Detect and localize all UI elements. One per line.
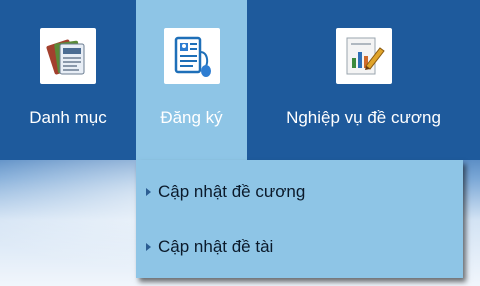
menu-item-danh-muc[interactable]: Danh mục bbox=[0, 0, 136, 160]
menu-item-nghiep-vu-de-cuong[interactable]: Nghiệp vụ đề cương bbox=[247, 0, 480, 160]
document-chart-pencil-icon bbox=[335, 28, 392, 84]
menu-label-dang-ky: Đăng ký bbox=[160, 108, 223, 127]
id-card-mouse-icon bbox=[163, 28, 220, 84]
menu-item-dang-ky[interactable]: Đăng ký bbox=[136, 0, 247, 160]
newspapers-icon bbox=[40, 28, 96, 84]
dropdown-item-cap-nhat-de-tai[interactable]: Cập nhật đề tài bbox=[136, 227, 463, 267]
main-menubar: Danh mục Đăng ký Nghiệp vụ đề cương bbox=[0, 0, 480, 160]
dropdown-item-cap-nhat-de-cuong[interactable]: Cập nhật đề cương bbox=[136, 172, 463, 212]
arrow-right-icon bbox=[146, 243, 151, 251]
dropdown-item-label: Cập nhật đề cương bbox=[158, 182, 306, 201]
menu-label-nghiep-vu-de-cuong: Nghiệp vụ đề cương bbox=[286, 108, 441, 127]
menu-label-danh-muc: Danh mục bbox=[29, 108, 107, 127]
dropdown-item-label: Cập nhật đề tài bbox=[158, 237, 274, 256]
dropdown-menu-dang-ky: Cập nhật đề cương Cập nhật đề tài bbox=[136, 160, 463, 278]
arrow-right-icon bbox=[146, 188, 151, 196]
